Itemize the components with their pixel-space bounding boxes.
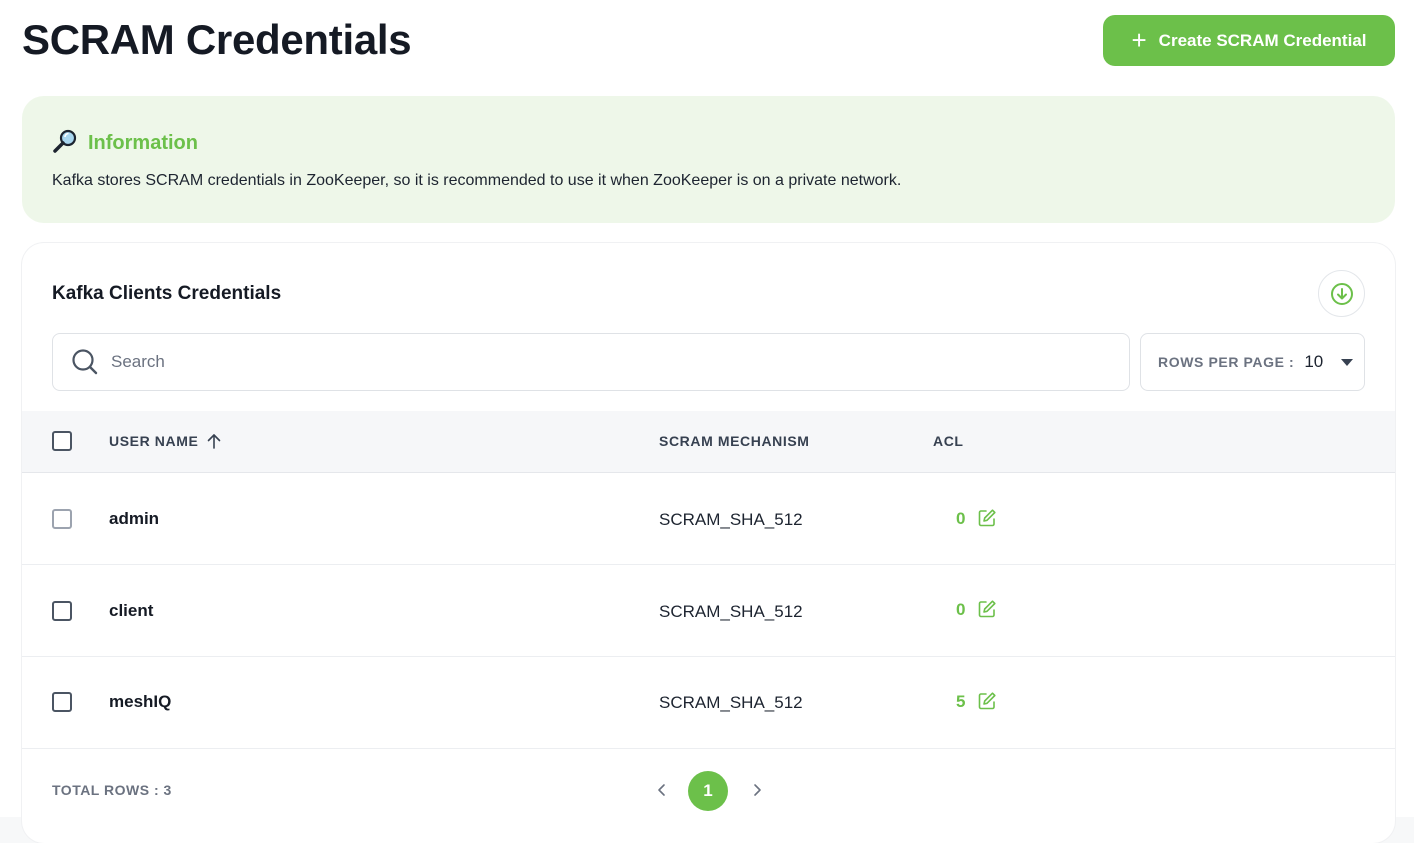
rows-per-page-select[interactable]: ROWS PER PAGE : 10 xyxy=(1140,333,1365,391)
credentials-card: Kafka Clients Credentials ROWS PER PAGE … xyxy=(22,243,1395,843)
scram-mechanism-cell: SCRAM_SHA_512 xyxy=(659,693,803,712)
row-checkbox[interactable] xyxy=(52,601,72,621)
user-name-cell: meshIQ xyxy=(109,692,172,711)
page-title: SCRAM Credentials xyxy=(22,16,412,63)
information-text: Kafka stores SCRAM credentials in ZooKee… xyxy=(52,172,902,189)
magnifier-icon xyxy=(52,128,78,159)
table-row: meshIQ SCRAM_SHA_512 5 xyxy=(22,657,1395,749)
download-circle-icon xyxy=(1330,282,1354,306)
edit-icon[interactable] xyxy=(977,691,997,711)
column-header-scram-mechanism[interactable]: SCRAM MECHANISM xyxy=(659,433,810,449)
chevron-left-icon xyxy=(654,780,668,800)
acl-count: 0 xyxy=(956,509,966,528)
create-scram-credential-button[interactable]: + Create SCRAM Credential xyxy=(1103,15,1395,66)
total-rows: TOTAL ROWS : 3 xyxy=(52,782,172,798)
chevron-right-icon xyxy=(751,780,765,800)
acl-count: 0 xyxy=(956,600,966,619)
edit-icon[interactable] xyxy=(977,599,997,619)
card-title: Kafka Clients Credentials xyxy=(52,283,282,304)
information-panel: Information Kafka stores SCRAM credentia… xyxy=(22,96,1395,223)
row-checkbox[interactable] xyxy=(52,692,72,712)
create-button-label: Create SCRAM Credential xyxy=(1158,30,1367,50)
scram-mechanism-cell: SCRAM_SHA_512 xyxy=(659,602,803,621)
page-button-current[interactable]: 1 xyxy=(688,771,728,811)
caret-down-icon xyxy=(1341,358,1354,366)
scram-mechanism-cell: SCRAM_SHA_512 xyxy=(659,510,803,529)
previous-page-button[interactable] xyxy=(654,780,668,800)
row-checkbox[interactable] xyxy=(52,509,72,529)
user-name-header-label: USER NAME xyxy=(109,433,199,449)
edit-icon[interactable] xyxy=(977,508,997,528)
download-button[interactable] xyxy=(1318,270,1365,317)
user-name-cell: admin xyxy=(109,509,160,528)
table-row: client SCRAM_SHA_512 0 xyxy=(22,565,1395,657)
column-header-acl[interactable]: ACL xyxy=(933,433,964,449)
acl-count: 5 xyxy=(956,692,966,711)
plus-icon: + xyxy=(1131,24,1147,55)
information-header: Information xyxy=(52,128,198,159)
information-title: Information xyxy=(88,132,198,154)
table-row: admin SCRAM_SHA_512 0 xyxy=(22,473,1395,565)
search-icon xyxy=(71,348,99,376)
search-input[interactable] xyxy=(111,352,1011,372)
arrow-up-icon xyxy=(206,433,222,449)
search-field[interactable] xyxy=(52,333,1130,391)
rows-per-page-value: 10 xyxy=(1304,352,1324,371)
user-name-cell: client xyxy=(109,601,154,620)
table-header: USER NAME SCRAM MECHANISM ACL xyxy=(22,411,1395,473)
column-header-user-name[interactable]: USER NAME xyxy=(109,433,222,449)
select-all-checkbox[interactable] xyxy=(52,431,72,451)
rows-per-page-label: ROWS PER PAGE : xyxy=(1158,354,1295,370)
next-page-button[interactable] xyxy=(751,780,765,800)
